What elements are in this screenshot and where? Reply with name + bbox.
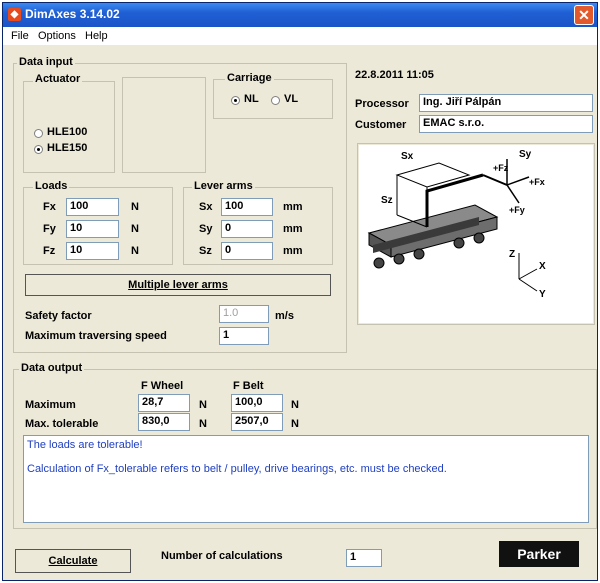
col-belt-header: F Belt [233, 380, 264, 392]
lever-sz-input[interactable]: 0 [221, 242, 273, 260]
multiple-lever-arms-label: Multiple lever arms [128, 279, 228, 291]
label-fy: +Fy [509, 205, 525, 215]
message-line: Calculation of Fx_tolerable refers to be… [27, 463, 447, 475]
load-fx-unit: N [131, 201, 139, 213]
menu-help[interactable]: Help [85, 30, 108, 42]
calculations-count-field: 1 [346, 549, 382, 567]
actuator-option-hle100[interactable]: HLE100 [47, 126, 87, 138]
load-fx-label: Fx [43, 201, 56, 213]
lever-sz-label: Sz [199, 245, 212, 257]
lever-sx-label: Sx [199, 201, 213, 213]
axis-y-label: Y [539, 289, 546, 300]
output-row-label: Max. tolerable [25, 418, 99, 430]
processor-label: Processor [355, 98, 409, 110]
carriage-option-nl[interactable]: NL [244, 93, 259, 105]
output-wheel-max-unit: N [199, 399, 207, 411]
data-input-label: Data input [17, 56, 75, 68]
lever-sx-input[interactable]: 100 [221, 198, 273, 216]
lever-sy-unit: mm [283, 223, 303, 235]
load-fy-unit: N [131, 223, 139, 235]
output-belt-max-unit: N [291, 399, 299, 411]
wheel-icon [373, 257, 385, 269]
max-speed-input[interactable]: 1 [219, 327, 269, 345]
wheel-icon [393, 253, 405, 265]
safety-factor-input[interactable]: 1.0 [219, 305, 269, 323]
carriage-radio-vl[interactable] [271, 96, 280, 105]
label-fx: +Fx [529, 177, 545, 187]
axis-x-label: X [539, 261, 546, 272]
label-sz: Sz [381, 195, 393, 206]
menu-options[interactable]: Options [38, 30, 76, 42]
output-wheel-tolerable-unit: N [199, 418, 207, 430]
safety-factor-label: Safety factor [25, 310, 92, 322]
carriage-label: Carriage [225, 72, 274, 84]
calculations-count-label: Number of calculations [161, 550, 283, 562]
loads-label: Loads [33, 180, 70, 192]
label-sy: Sy [519, 149, 532, 160]
label-fz: +Fz [493, 163, 509, 173]
calculate-label: Calculate [48, 555, 98, 567]
message-line: The loads are tolerable! [27, 439, 143, 451]
axis-z-label: Z [509, 249, 515, 260]
customer-input[interactable]: EMAC s.r.o. [419, 115, 593, 133]
lever-arms-label: Lever arms [192, 180, 255, 192]
carriage-radio-nl[interactable] [231, 96, 240, 105]
menu-file[interactable]: File [11, 30, 29, 42]
wheel-icon [413, 248, 425, 260]
actuator-radio-hle100[interactable] [34, 129, 43, 138]
actuator-label: Actuator [33, 73, 83, 85]
close-button[interactable]: ✕ [574, 5, 594, 25]
window-title: DimAxes 3.14.02 [25, 7, 120, 21]
data-output-label: Data output [19, 362, 85, 374]
label-sx: Sx [401, 151, 414, 162]
calculate-button[interactable]: Calculate [15, 549, 131, 573]
wheel-icon [473, 232, 485, 244]
app-icon: ◆ [8, 8, 21, 21]
lever-sy-label: Sy [199, 223, 213, 235]
lever-sz-unit: mm [283, 245, 303, 257]
customer-label: Customer [355, 119, 407, 131]
load-fy-label: Fy [43, 223, 56, 235]
load-fz-label: Fz [43, 245, 56, 257]
output-wheel-max: 28,7 [138, 394, 190, 412]
carriage-option-vl[interactable]: VL [284, 93, 298, 105]
parker-logo-text: Parker [517, 546, 561, 562]
actuator-option-hle150[interactable]: HLE150 [47, 142, 87, 154]
safety-factor-unit: m/s [275, 310, 294, 322]
col-wheel-header: F Wheel [141, 380, 184, 392]
lever-sx-unit: mm [283, 201, 303, 213]
wheel-icon [453, 237, 465, 249]
load-fz-unit: N [131, 245, 139, 257]
load-fy-input[interactable]: 10 [66, 220, 119, 238]
load-fz-input[interactable]: 10 [66, 242, 119, 260]
output-wheel-tolerable: 830,0 [138, 413, 190, 431]
output-belt-tolerable-unit: N [291, 418, 299, 430]
output-belt-tolerable: 2507,0 [231, 413, 283, 431]
actuator-diagram: Sx Sy Sz +Fz +Fx +Fy Z X Y [359, 145, 593, 323]
multiple-lever-arms-button[interactable]: Multiple lever arms [25, 274, 331, 296]
datetime-text: 22.8.2011 11:05 [355, 69, 434, 81]
lever-sy-input[interactable]: 0 [221, 220, 273, 238]
processor-input[interactable]: Ing. Jiří Pálpán [419, 94, 593, 112]
main-window: ◆ DimAxes 3.14.02 ✕ File Options Help Da… [2, 2, 598, 581]
max-speed-label: Maximum traversing speed [25, 330, 167, 342]
actuator-image-panel [122, 77, 206, 173]
actuator-radio-hle150[interactable] [34, 145, 43, 154]
output-row-label: Maximum [25, 399, 76, 411]
output-belt-max: 100,0 [231, 394, 283, 412]
parker-logo: Parker [499, 541, 579, 567]
load-fx-input[interactable]: 100 [66, 198, 119, 216]
